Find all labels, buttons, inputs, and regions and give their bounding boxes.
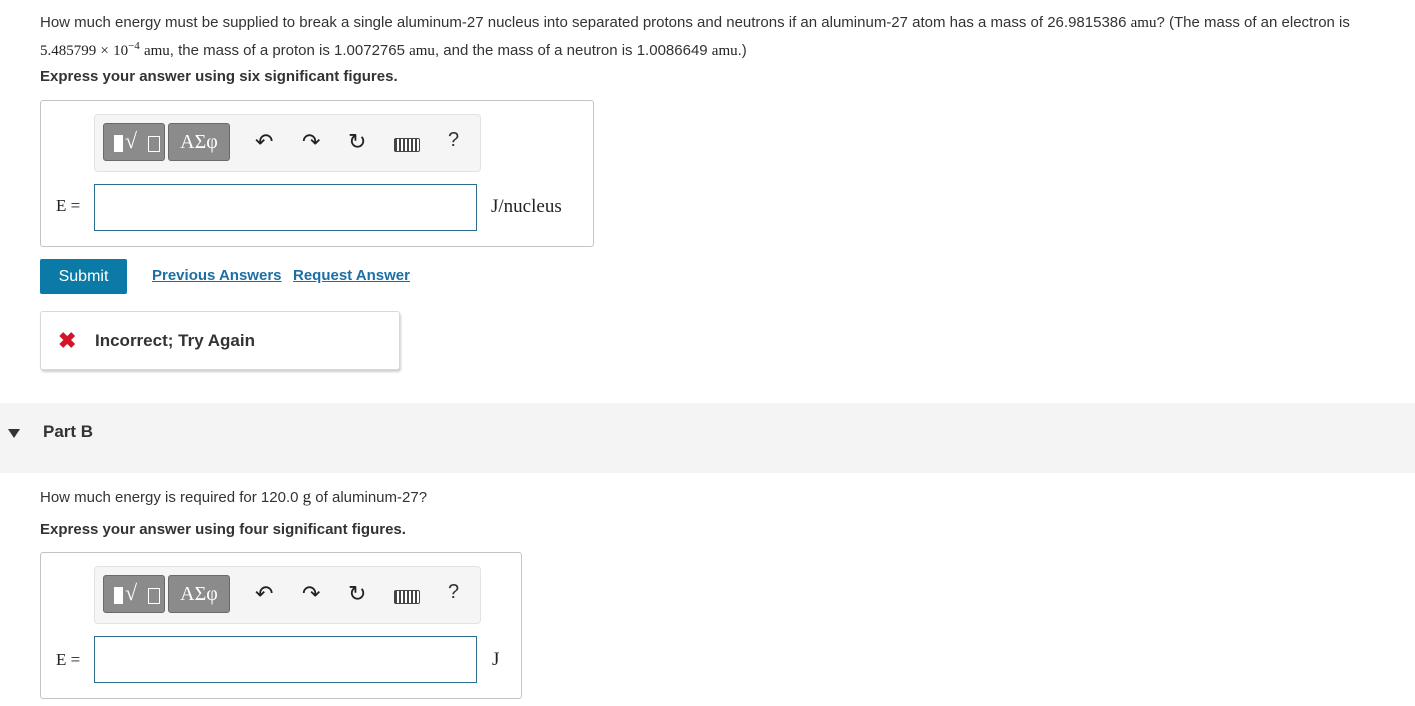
energy-unit: J: [492, 649, 500, 670]
cursor-block-icon: [114, 587, 123, 604]
reset-icon[interactable]: ↻: [348, 130, 366, 154]
question-text: ? (The mass of an electron is: [1156, 14, 1350, 31]
amu-unit: amu: [1130, 15, 1157, 31]
caret-down-icon[interactable]: [8, 429, 20, 438]
part-b-answer-box: √ ΑΣφ ↶ ↷ ↻ ? E = J: [40, 552, 522, 699]
times-symbol: ×: [100, 43, 109, 59]
request-answer-link[interactable]: Request Answer: [293, 267, 410, 284]
question-text: , the mass of a proton is 1.0072765: [169, 42, 410, 59]
question-text: How much energy is required for 120.0: [40, 489, 303, 506]
ten-base: 10: [113, 43, 129, 59]
part-a-answer-box: √ ΑΣφ ↶ ↷ ↻ ? E = J/nucleus: [40, 100, 594, 247]
gram-unit: g: [302, 487, 312, 506]
cursor-block-icon: [114, 135, 123, 152]
submit-button[interactable]: Submit: [40, 259, 127, 294]
part-b-title: Part B: [43, 422, 94, 441]
math-toolbar: √ ΑΣφ ↶ ↷ ↻ ?: [94, 566, 481, 624]
energy-label: E =: [56, 650, 81, 669]
part-b-instruction: Express your answer using four significa…: [40, 521, 406, 538]
question-text: , and the mass of a neutron is 1.0086649: [434, 42, 712, 59]
sqrt-icon: √: [125, 128, 138, 153]
question-text: of aluminum-27?: [311, 489, 428, 506]
feedback-box: ✖ Incorrect; Try Again: [40, 311, 400, 370]
keyboard-icon[interactable]: [394, 590, 420, 604]
exponent: −4: [128, 40, 140, 52]
undo-icon[interactable]: ↶: [255, 130, 273, 154]
redo-icon[interactable]: ↷: [302, 130, 320, 154]
energy-unit: J/nucleus: [491, 196, 562, 217]
part-b-question: How much energy is required for 120.0 g …: [40, 487, 427, 507]
energy-answer-input[interactable]: [94, 636, 477, 683]
energy-answer-input[interactable]: [94, 184, 477, 231]
redo-icon[interactable]: ↷: [302, 582, 320, 606]
part-a-instruction: Express your answer using six significan…: [40, 68, 398, 85]
amu-unit: amu: [711, 43, 738, 59]
error-x-icon: ✖: [58, 328, 77, 353]
feedback-text: Incorrect; Try Again: [95, 331, 255, 350]
templates-button[interactable]: √: [103, 575, 165, 613]
templates-button[interactable]: √: [103, 123, 165, 161]
amu-unit: amu: [409, 43, 435, 59]
square-placeholder-icon: [148, 136, 160, 152]
square-placeholder-icon: [148, 588, 160, 604]
reset-icon[interactable]: ↻: [348, 582, 366, 606]
question-text: .): [737, 42, 747, 59]
energy-label: E =: [56, 196, 81, 215]
greek-symbols-button[interactable]: ΑΣφ: [168, 575, 230, 613]
part-a-question: How much energy must be supplied to brea…: [40, 11, 1410, 63]
amu-unit: amu: [143, 43, 170, 59]
help-icon[interactable]: ?: [448, 581, 459, 604]
previous-answers-link[interactable]: Previous Answers: [152, 267, 282, 284]
greek-symbols-button[interactable]: ΑΣφ: [168, 123, 230, 161]
question-text: How much energy must be supplied to brea…: [40, 14, 1131, 31]
sqrt-icon: √: [125, 580, 138, 605]
electron-mass-value: 5.485799: [40, 43, 97, 59]
undo-icon[interactable]: ↶: [255, 582, 273, 606]
keyboard-icon[interactable]: [394, 138, 420, 152]
help-icon[interactable]: ?: [448, 129, 459, 152]
part-b-header[interactable]: Part B: [0, 403, 1415, 473]
math-toolbar: √ ΑΣφ ↶ ↷ ↻ ?: [94, 114, 481, 172]
